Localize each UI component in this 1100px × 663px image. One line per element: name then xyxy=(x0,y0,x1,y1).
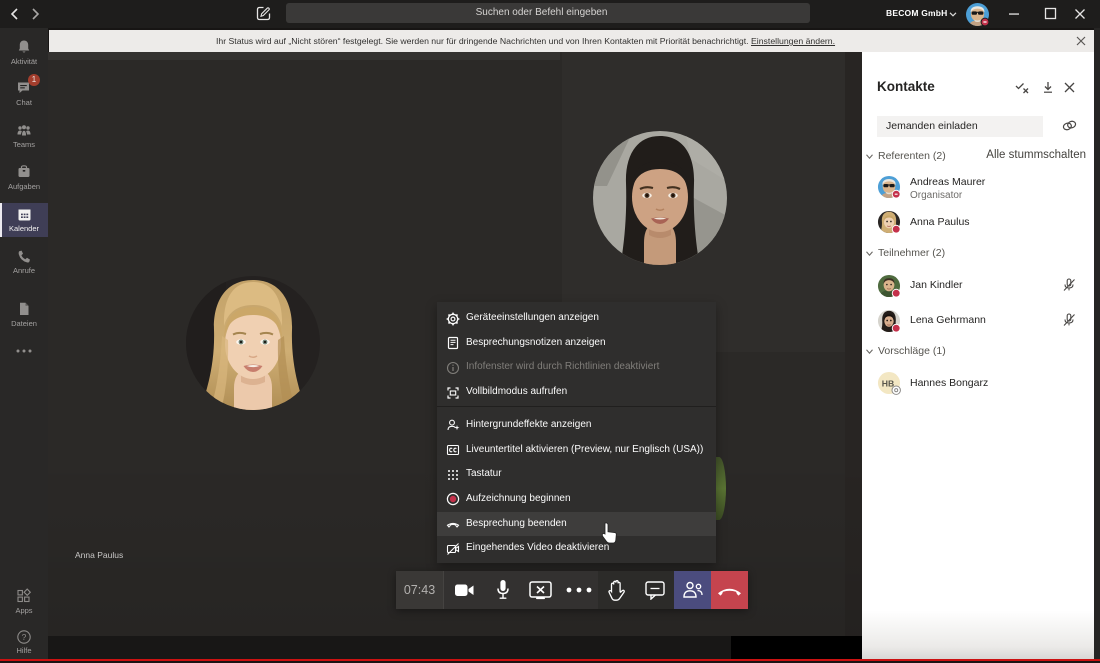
svg-text:HB: HB xyxy=(882,378,894,388)
svg-text:?: ? xyxy=(22,632,27,642)
